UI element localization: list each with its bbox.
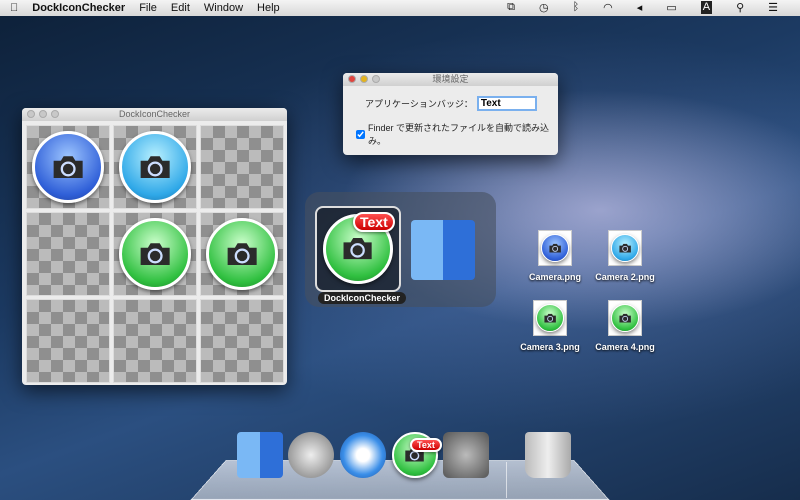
camera-icon	[32, 131, 104, 203]
input-source-icon[interactable]: A	[700, 1, 713, 14]
grid-cell	[26, 299, 110, 383]
window-title: DockIconChecker	[118, 109, 191, 119]
icon-grid-window: DockIconChecker	[22, 108, 287, 385]
minimize-button[interactable]	[39, 110, 47, 118]
spotlight-icon[interactable]: ⚲	[736, 1, 744, 14]
menu-edit[interactable]: Edit	[171, 2, 190, 14]
file-name: Camera 2.png	[595, 272, 655, 282]
apple-icon[interactable]: 	[10, 2, 18, 14]
file-name: Camera 4.png	[595, 342, 655, 352]
minimize-button[interactable]	[360, 75, 368, 83]
menu-app-name[interactable]: DockIconChecker	[32, 2, 125, 14]
switcher-label: DockIconChecker	[318, 292, 407, 304]
app-switcher: Text DockIconChecker	[305, 192, 496, 307]
icon-grid	[22, 121, 287, 387]
title-bar[interactable]: 環境設定	[343, 73, 558, 86]
menu-window[interactable]: Window	[204, 2, 243, 14]
file-name: Camera.png	[528, 272, 581, 282]
badge-text-field[interactable]	[476, 96, 537, 111]
camera-icon	[611, 304, 639, 332]
wifi-icon[interactable]: ◠	[603, 1, 613, 14]
desktop-file[interactable]: Camera 2.png	[590, 230, 660, 282]
auto-load-label: Finder で更新されたファイルを自動で読み込み。	[368, 123, 550, 146]
file-name: Camera 3.png	[520, 342, 580, 352]
mirroring-icon[interactable]: ⧉	[507, 1, 515, 14]
desktop-file[interactable]: Camera.png	[520, 230, 590, 282]
bluetooth-icon[interactable]: ᛒ	[573, 1, 580, 14]
desktop-file[interactable]: Camera 3.png	[515, 300, 585, 352]
dock-divider	[506, 462, 507, 498]
camera-icon	[541, 234, 569, 262]
dock-trash[interactable]	[525, 432, 571, 478]
menu-help[interactable]: Help	[257, 2, 280, 14]
grid-cell	[113, 299, 197, 383]
grid-cell	[113, 212, 197, 296]
volume-icon[interactable]: ◂	[637, 1, 643, 14]
camera-icon	[119, 131, 191, 203]
title-bar[interactable]: DockIconChecker	[22, 108, 287, 121]
window-title: 環境設定	[432, 74, 469, 84]
close-button[interactable]	[348, 75, 356, 83]
close-button[interactable]	[27, 110, 35, 118]
camera-icon	[536, 304, 564, 332]
time-machine-icon[interactable]: ◷	[539, 1, 549, 14]
camera-icon	[119, 218, 191, 290]
dock-system-preferences[interactable]	[443, 432, 489, 478]
menu-bar:  DockIconChecker File Edit Window Help …	[0, 0, 800, 16]
menu-file[interactable]: File	[139, 2, 157, 14]
dock-badge: Text	[410, 438, 442, 452]
grid-cell	[26, 212, 110, 296]
grid-cell	[26, 125, 110, 209]
finder-icon[interactable]	[411, 220, 475, 280]
zoom-button[interactable]	[51, 110, 59, 118]
grid-cell	[200, 125, 284, 209]
grid-cell	[113, 125, 197, 209]
desktop-file[interactable]: Camera 4.png	[590, 300, 660, 352]
camera-icon	[611, 234, 639, 262]
switcher-badge: Text	[353, 212, 395, 232]
battery-icon[interactable]: ▭	[666, 1, 676, 14]
preferences-window: 環境設定 アプリケーションバッジ： Finder で更新されたファイルを自動で読…	[343, 73, 558, 155]
dock-launchpad[interactable]	[288, 432, 334, 478]
grid-cell	[200, 299, 284, 383]
badge-label: アプリケーションバッジ：	[365, 99, 473, 109]
zoom-button[interactable]	[372, 75, 380, 83]
dock-safari[interactable]	[340, 432, 386, 478]
grid-cell	[200, 212, 284, 296]
dock-finder[interactable]	[237, 432, 283, 478]
camera-icon	[206, 218, 278, 290]
auto-load-checkbox[interactable]	[356, 129, 365, 139]
notification-center-icon[interactable]: ☰	[768, 1, 778, 14]
